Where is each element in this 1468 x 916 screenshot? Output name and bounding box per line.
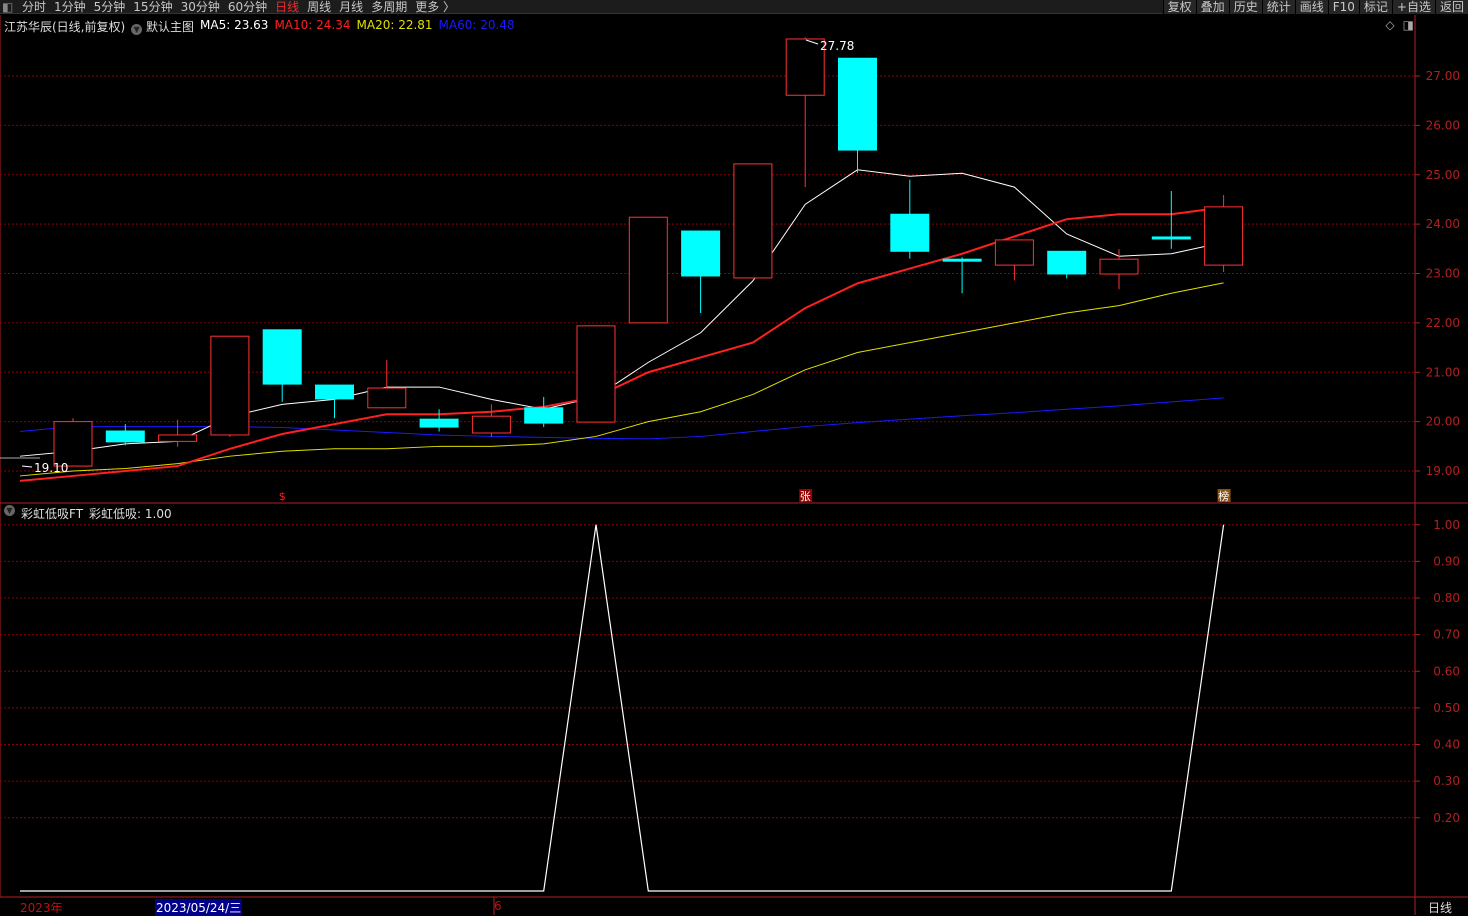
cursor-date: 2023/05/24/三 — [155, 899, 243, 916]
candle — [733, 163, 773, 279]
indicator-value: 彩虹低吸: 1.00 — [89, 507, 172, 521]
candle — [681, 230, 721, 313]
candle-body — [994, 239, 1034, 266]
candle — [471, 404, 511, 437]
candle — [158, 419, 198, 447]
candle — [53, 418, 93, 467]
candle-body — [53, 421, 93, 467]
candle-body — [524, 407, 564, 424]
candle-body — [785, 38, 825, 96]
candle-body — [158, 434, 198, 442]
price-tick-label: 23.00 — [1426, 267, 1460, 281]
high-price-label: 27.78 — [820, 39, 854, 53]
ma60-line — [19, 397, 1224, 440]
candle — [628, 216, 668, 324]
candle — [367, 359, 407, 409]
candle — [210, 335, 250, 437]
price-tick-label: 19.00 — [1426, 464, 1460, 478]
candle — [576, 325, 616, 423]
indicator-tick-label: 0.20 — [1433, 811, 1460, 825]
candle — [315, 384, 354, 419]
ma5-line — [19, 169, 1224, 457]
candle — [1151, 191, 1191, 249]
candle-body — [733, 163, 773, 279]
indicator-tick-label: 0.30 — [1433, 774, 1460, 788]
candle — [262, 329, 302, 402]
candle — [1047, 250, 1087, 279]
low-price-label: 19.10 — [34, 461, 68, 475]
candle-body — [942, 258, 982, 262]
candle — [524, 396, 564, 428]
year-label: 2023年 — [20, 901, 63, 915]
candle-body — [315, 384, 354, 400]
indicator-tick-label: 0.50 — [1433, 701, 1460, 715]
month-label: 6 — [494, 899, 502, 913]
ma10-line — [19, 206, 1224, 482]
price-tick-label: 26.00 — [1426, 118, 1460, 132]
date-axis: 2023年 2023/05/24/三 6 日线 — [0, 898, 1468, 916]
candle-body — [419, 418, 459, 428]
signal-text: 张 — [800, 490, 811, 503]
indicator-legend: ▼ 彩虹低吸FT 彩虹低吸: 1.00 — [4, 505, 172, 522]
chevron-down-icon[interactable]: ▼ — [4, 505, 15, 516]
signal-text: $ — [279, 490, 286, 503]
indicator-tick-label: 0.90 — [1433, 554, 1460, 568]
candle-body — [576, 325, 616, 423]
candle-body — [1099, 258, 1139, 275]
candle-body — [628, 216, 668, 324]
low-pointer — [21, 465, 33, 468]
candle — [105, 424, 145, 446]
signal-text: 榜 — [1218, 489, 1229, 503]
indicator-tick-label: 1.00 — [1433, 518, 1460, 532]
indicator-tick-label: 0.70 — [1433, 628, 1460, 642]
candle-body — [210, 335, 250, 436]
kline-chart: 27.00 26.00 25.00 24.00 23.00 22.00 21.00 20.00… — [0, 15, 1468, 915]
candle — [994, 239, 1034, 281]
candle — [890, 179, 930, 259]
candle — [942, 257, 982, 294]
candle-body — [471, 415, 511, 434]
candle-body — [681, 230, 721, 277]
indicator-tick-label: 0.40 — [1433, 738, 1460, 752]
candle-body — [890, 213, 930, 252]
price-tick-label: 27.00 — [1426, 69, 1460, 83]
candle — [785, 37, 825, 188]
price-tick-label: 22.00 — [1426, 316, 1460, 330]
candle-body — [1151, 236, 1191, 240]
candle — [838, 57, 877, 173]
candle-body — [262, 329, 302, 385]
candle-body — [1047, 250, 1087, 275]
indicator-name: 彩虹低吸FT — [21, 507, 84, 521]
indicator-tick-label: 0.80 — [1433, 591, 1460, 605]
price-tick-label: 20.00 — [1426, 415, 1460, 429]
candle — [1204, 194, 1244, 273]
price-tick-label: 25.00 — [1426, 168, 1460, 182]
candle-body — [1204, 206, 1244, 266]
indicator-tick-label: 0.60 — [1433, 664, 1460, 678]
candle-body — [105, 430, 145, 443]
period-label[interactable]: 日线 — [1428, 899, 1452, 916]
price-tick-label: 24.00 — [1426, 217, 1460, 231]
price-tick-label: 21.00 — [1426, 365, 1460, 379]
candle-body — [838, 57, 877, 151]
candle-body — [367, 387, 407, 409]
